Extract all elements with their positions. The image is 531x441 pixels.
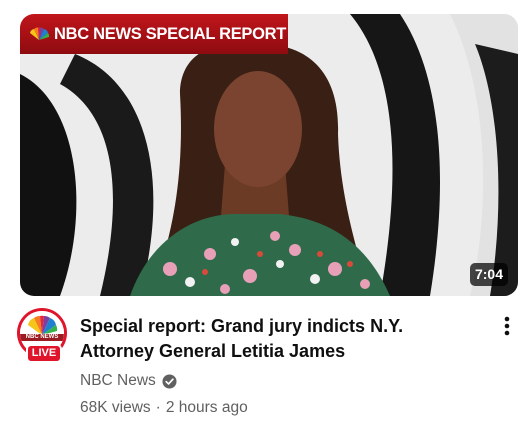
special-report-banner: NBC NEWS SPECIAL REPORT xyxy=(20,14,288,54)
live-badge: LIVE xyxy=(26,344,62,363)
channel-link[interactable]: NBC News xyxy=(80,372,177,390)
verified-check-icon xyxy=(162,373,177,389)
video-metadata: 68K views · 2 hours ago xyxy=(80,399,248,417)
avatar-brand-text: NBC NEWS xyxy=(20,334,64,341)
banner-text: NBC NEWS SPECIAL REPORT xyxy=(54,24,287,43)
duration-badge: 7:04 xyxy=(469,263,508,286)
video-thumbnail[interactable]: NBC NEWS SPECIAL REPORT 7:04 xyxy=(20,14,518,296)
view-count: 68K views xyxy=(80,399,151,416)
video-card[interactable]: NBC NEWS SPECIAL REPORT 7:04 NBC NEWS LI… xyxy=(0,0,531,441)
more-vertical-icon[interactable] xyxy=(496,313,518,343)
video-title[interactable]: Special report: Grand jury indicts N.Y. … xyxy=(80,314,460,364)
channel-name: NBC News xyxy=(80,372,156,389)
meta-separator: · xyxy=(155,399,161,416)
thumbnail-image xyxy=(20,14,518,296)
upload-age: 2 hours ago xyxy=(165,399,248,416)
channel-avatar[interactable]: NBC NEWS LIVE xyxy=(17,308,67,363)
nbc-peacock-icon xyxy=(30,27,50,40)
